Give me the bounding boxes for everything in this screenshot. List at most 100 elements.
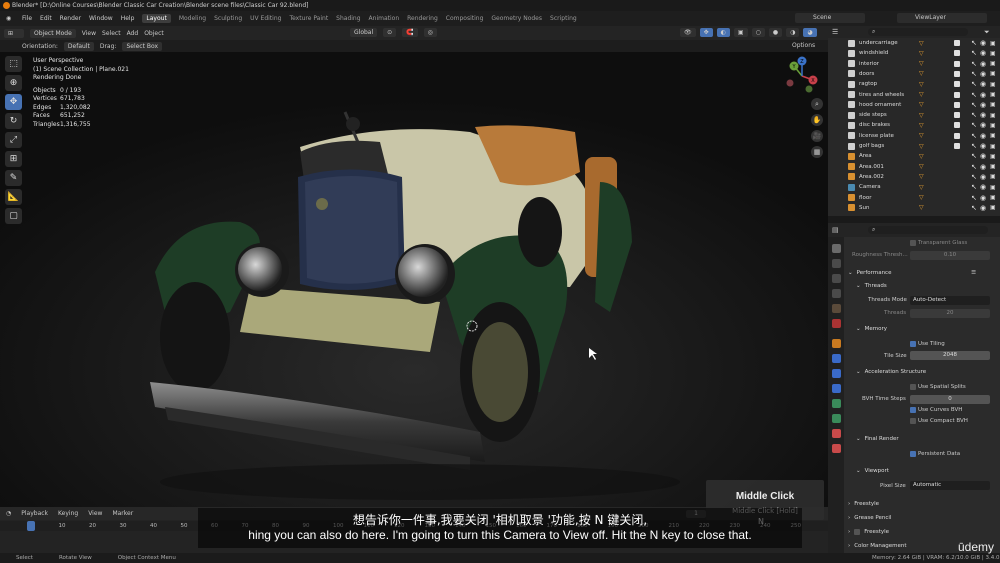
measure-tool-icon[interactable]: 📐 xyxy=(5,189,22,205)
selectable-icon[interactable]: ↖ xyxy=(971,111,977,119)
curves-bvh-checkbox[interactable] xyxy=(910,407,916,413)
outliner-item[interactable]: Area.001 ▽ ↖ ◉ ▣ xyxy=(848,162,1000,172)
menu-playback[interactable]: Playback xyxy=(21,510,48,517)
visibility-eye-icon[interactable]: ◉ xyxy=(980,132,986,140)
render-camera-icon[interactable]: ▣ xyxy=(990,122,996,129)
compact-bvh-checkbox[interactable] xyxy=(910,418,916,424)
exclude-checkbox[interactable] xyxy=(954,81,960,88)
xray-icon[interactable]: ▣ xyxy=(733,28,748,37)
cursor-tool-icon[interactable]: ⊕ xyxy=(5,75,22,91)
transform-tool-icon[interactable]: ⊞ xyxy=(5,151,22,167)
outliner-item[interactable]: doors ▽ ↖ ◉ ▣ xyxy=(848,69,1000,79)
render-camera-icon[interactable]: ▣ xyxy=(990,60,996,67)
grease-pencil-section-header[interactable]: › Grease Pencil xyxy=(848,512,996,523)
timeline-editor-icon[interactable]: ◔ xyxy=(6,510,11,517)
outliner-item[interactable]: Area ▽ ↖ ◉ ▣ xyxy=(848,151,1000,161)
navigation-gizmo[interactable]: X Y Z xyxy=(782,56,822,96)
texture-tab-icon[interactable] xyxy=(832,444,841,453)
transform-orientation[interactable]: Global xyxy=(350,28,378,37)
tab-layout[interactable]: Layout xyxy=(142,14,171,23)
spatial-splits-checkbox[interactable] xyxy=(910,384,916,390)
render-camera-icon[interactable]: ▣ xyxy=(990,101,996,108)
selectable-icon[interactable]: ↖ xyxy=(971,80,977,88)
camera-view-icon[interactable]: 🎥 xyxy=(811,130,823,142)
filter-icon[interactable]: ⏷ xyxy=(984,28,990,37)
tab-modeling[interactable]: Modeling xyxy=(179,15,206,22)
outliner-item[interactable]: Sun ▽ ↖ ◉ ▣ xyxy=(848,203,1000,213)
exclude-checkbox[interactable] xyxy=(954,112,960,119)
visibility-eye-icon[interactable]: ◉ xyxy=(980,80,986,88)
render-camera-icon[interactable]: ▣ xyxy=(990,184,996,191)
tab-rendering[interactable]: Rendering xyxy=(407,15,438,22)
annotate-tool-icon[interactable]: ✎ xyxy=(5,170,22,186)
select-box-tool-icon[interactable]: ⬚ xyxy=(5,56,22,72)
exclude-checkbox[interactable] xyxy=(954,132,960,139)
menu-edit[interactable]: Edit xyxy=(40,15,52,22)
proportional-edit-icon[interactable]: ◎ xyxy=(423,28,437,37)
visibility-eye-icon[interactable]: ◉ xyxy=(980,111,986,119)
output-tab-icon[interactable] xyxy=(832,274,841,283)
physics-tab-icon[interactable] xyxy=(832,384,841,393)
menu-file[interactable]: File xyxy=(22,15,32,22)
selectable-icon[interactable]: ↖ xyxy=(971,91,977,99)
outliner-editor-icon[interactable]: ☰ xyxy=(832,28,838,36)
properties-search-input[interactable]: ⌕ xyxy=(868,226,988,234)
material-shading-icon[interactable]: ◑ xyxy=(786,28,800,37)
menu-select[interactable]: Select xyxy=(102,30,121,37)
world-tab-icon[interactable] xyxy=(832,319,841,328)
outliner-item[interactable]: tires and wheels ▽ ↖ ◉ ▣ xyxy=(848,90,1000,100)
move-tool-icon[interactable]: ✥ xyxy=(5,94,22,110)
visibility-eye-icon[interactable]: ◉ xyxy=(980,194,986,202)
visibility-eye-icon[interactable]: ◉ xyxy=(980,142,986,150)
outliner-item[interactable]: disc brakes ▽ ↖ ◉ ▣ xyxy=(848,120,1000,130)
render-camera-icon[interactable]: ▣ xyxy=(990,81,996,88)
visibility-eye-icon[interactable]: ◉ xyxy=(980,39,986,47)
menu-add[interactable]: Add xyxy=(127,30,139,37)
tab-shading[interactable]: Shading xyxy=(336,15,360,22)
tab-compositing[interactable]: Compositing xyxy=(446,15,484,22)
bvh-time-steps-field[interactable]: 0 xyxy=(910,395,990,404)
exclude-checkbox[interactable] xyxy=(954,91,960,98)
selectable-icon[interactable]: ↖ xyxy=(971,152,977,160)
overlay-toggle-icon[interactable]: ◐ xyxy=(716,28,730,37)
exclude-checkbox[interactable] xyxy=(954,50,960,57)
tab-sculpting[interactable]: Sculpting xyxy=(214,15,242,22)
selectable-icon[interactable]: ↖ xyxy=(971,60,977,68)
render-camera-icon[interactable]: ▣ xyxy=(990,112,996,119)
menu-window[interactable]: Window xyxy=(89,15,113,22)
list-icon[interactable]: ☰ xyxy=(971,270,976,276)
threads-field[interactable]: 20 xyxy=(910,309,990,318)
blender-menu-icon[interactable]: ◉ xyxy=(6,15,14,22)
use-tiling-checkbox[interactable] xyxy=(910,341,916,347)
visibility-eye-icon[interactable]: ◉ xyxy=(980,101,986,109)
menu-view[interactable]: View xyxy=(82,30,96,37)
render-camera-icon[interactable]: ▣ xyxy=(990,163,996,170)
render-camera-icon[interactable]: ▣ xyxy=(990,173,996,180)
persistent-data-checkbox[interactable] xyxy=(910,451,916,457)
scale-tool-icon[interactable]: ⤢ xyxy=(5,132,22,148)
outliner-item[interactable]: interior ▽ ↖ ◉ ▣ xyxy=(848,59,1000,69)
outliner-item[interactable]: floor ▽ ↖ ◉ ▣ xyxy=(848,193,1000,203)
modifier-tab-icon[interactable] xyxy=(832,354,841,363)
exclude-checkbox[interactable] xyxy=(954,70,960,77)
orientation-dropdown[interactable]: Default xyxy=(63,41,94,51)
selectable-icon[interactable]: ↖ xyxy=(971,101,977,109)
viewport-section-header[interactable]: ⌄ Viewport xyxy=(856,465,1000,476)
gizmo-toggle-icon[interactable]: ✥ xyxy=(699,28,713,37)
tab-texture-paint[interactable]: Texture Paint xyxy=(289,15,328,22)
mode-selector[interactable]: Object Mode xyxy=(30,28,76,38)
tab-scripting[interactable]: Scripting xyxy=(550,15,577,22)
menu-marker[interactable]: Marker xyxy=(112,510,133,517)
options-button[interactable]: Options xyxy=(792,42,815,49)
menu-object[interactable]: Object xyxy=(144,30,164,37)
outliner-item[interactable]: Area.002 ▽ ↖ ◉ ▣ xyxy=(848,172,1000,182)
outliner-item[interactable]: side steps ▽ ↖ ◉ ▣ xyxy=(848,110,1000,120)
view-layer-tab-icon[interactable] xyxy=(832,289,841,298)
pivot-icon[interactable]: ⊙ xyxy=(383,28,397,37)
particles-tab-icon[interactable] xyxy=(832,369,841,378)
menu-keying[interactable]: Keying xyxy=(58,510,78,517)
render-camera-icon[interactable]: ▣ xyxy=(990,194,996,201)
menu-help[interactable]: Help xyxy=(121,15,135,22)
transparent-glass-checkbox[interactable] xyxy=(910,240,916,246)
memory-section-header[interactable]: ⌄ Memory xyxy=(856,323,1000,334)
